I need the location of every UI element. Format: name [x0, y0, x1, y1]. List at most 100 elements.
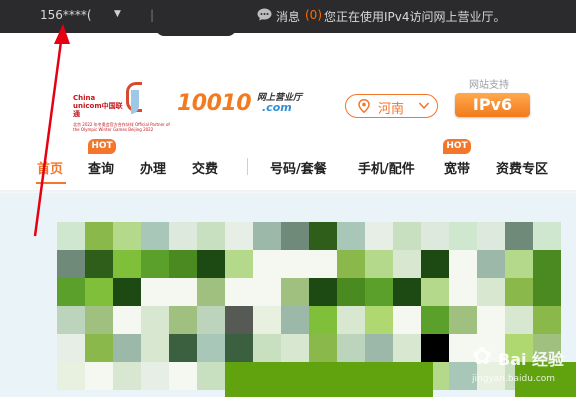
mosaic-tile — [113, 306, 141, 334]
paw-icon: ✿ — [472, 342, 493, 370]
mosaic-tile — [281, 278, 309, 306]
mosaic-tile — [57, 222, 85, 250]
mosaic-tile — [337, 250, 365, 278]
mosaic-tile — [57, 306, 85, 334]
mosaic-tile — [85, 306, 113, 334]
mosaic-tile — [113, 278, 141, 306]
mosaic-tile — [449, 250, 477, 278]
mosaic-tile — [421, 250, 449, 278]
mosaic-tile — [197, 334, 225, 362]
nav-divider — [247, 158, 248, 175]
mosaic-tile — [197, 362, 225, 390]
mosaic-tile — [365, 334, 393, 362]
mosaic-tile — [281, 334, 309, 362]
messages-link[interactable]: 消息 — [276, 8, 300, 25]
region-selector[interactable]: 河南 — [345, 94, 438, 118]
mosaic-tile — [169, 222, 197, 250]
mosaic-tile — [197, 278, 225, 306]
mosaic-tile — [85, 222, 113, 250]
nav-item-tariff-zone[interactable]: 资费专区 — [496, 158, 548, 177]
nav-item-handle[interactable]: 办理 — [140, 158, 166, 177]
mosaic-tile — [393, 278, 421, 306]
mosaic-tile — [225, 278, 253, 306]
nav-item-query[interactable]: 查询 — [88, 158, 114, 177]
mosaic-tile — [85, 250, 113, 278]
mosaic-tile — [337, 306, 365, 334]
mosaic-tile — [169, 306, 197, 334]
mosaic-tile — [309, 334, 337, 362]
mosaic-tile — [365, 222, 393, 250]
message-count-badge[interactable]: (0) — [305, 8, 322, 22]
logo-text: China unicom中国联通 — [73, 94, 123, 118]
mosaic-tile — [505, 278, 533, 306]
mosaic-tile — [169, 362, 197, 390]
account-phone[interactable]: 156****( — [40, 8, 92, 22]
mosaic-tile — [309, 222, 337, 250]
mosaic-tile — [505, 306, 533, 334]
ipv4-notice: 您正在使用IPv4访问网上营业厅。 — [324, 10, 506, 24]
nav-item-broadband[interactable]: 宽带 — [444, 158, 470, 177]
mosaic-tile — [393, 222, 421, 250]
mosaic-tile — [281, 222, 309, 250]
mosaic-tile — [85, 334, 113, 362]
mosaic-tile — [253, 334, 281, 362]
account-dropdown-tab — [156, 24, 236, 36]
mosaic-tile — [141, 362, 169, 390]
mosaic-tile — [57, 334, 85, 362]
mosaic-tile — [421, 306, 449, 334]
mosaic-tile — [169, 278, 197, 306]
active-tab-underline — [36, 182, 66, 184]
mosaic-tile — [365, 250, 393, 278]
caret-down-icon[interactable]: ▼ — [114, 9, 121, 19]
hot-badge-query: HOT — [88, 139, 116, 154]
mosaic-tile — [85, 362, 113, 390]
mosaic-tile — [505, 222, 533, 250]
mosaic-tile — [113, 222, 141, 250]
china-unicom-logo[interactable]: China unicom中国联通 北京 2022 年冬奥会官方合作伙伴 Offi… — [73, 80, 173, 140]
mosaic-tile — [337, 334, 365, 362]
watermark-brand: Bai 经验 — [498, 350, 565, 369]
mosaic-tile — [141, 250, 169, 278]
logo-subtext: 北京 2022 年冬奥会官方合作伙伴 Official Partner of t… — [73, 122, 170, 132]
mosaic-tile — [113, 334, 141, 362]
banner-green-block — [225, 362, 433, 397]
mosaic-tile — [141, 278, 169, 306]
mosaic-tile — [141, 306, 169, 334]
mosaic-tile — [141, 222, 169, 250]
mosaic-tile — [309, 278, 337, 306]
mosaic-tile — [421, 334, 449, 362]
mosaic-tile — [169, 334, 197, 362]
mosaic-tile — [57, 250, 85, 278]
mosaic-tile — [533, 306, 561, 334]
top-bar: 156****( ▼ | 消息 (0) 您正在使用IPv4访问网上营业厅。 — [0, 0, 576, 36]
mosaic-tile — [365, 278, 393, 306]
mosaic-tile — [337, 278, 365, 306]
mosaic-tile — [225, 306, 253, 334]
mosaic-tile — [477, 306, 505, 334]
mosaic-tile — [225, 250, 253, 278]
mosaic-tile — [253, 306, 281, 334]
nav-item-phone-accessories[interactable]: 手机/配件 — [358, 158, 415, 177]
ipv6-badge[interactable]: IPv6 — [455, 93, 530, 117]
mosaic-tile — [533, 222, 561, 250]
mosaic-tile — [85, 278, 113, 306]
mosaic-tile — [197, 222, 225, 250]
mosaic-tile — [225, 222, 253, 250]
baidu-jingyan-watermark: ✿ Bai 经验 jingyan.baidu.com — [472, 340, 576, 397]
mosaic-tile — [169, 250, 197, 278]
mosaic-tile — [505, 250, 533, 278]
mosaic-tile — [477, 222, 505, 250]
mosaic-tile — [477, 278, 505, 306]
hot-badge-broadband: HOT — [443, 139, 471, 154]
chat-bubble-icon[interactable] — [257, 8, 272, 21]
chevron-down-icon — [418, 102, 430, 110]
mosaic-tile — [197, 250, 225, 278]
mosaic-tile — [253, 278, 281, 306]
nav-item-home[interactable]: 首页 — [37, 158, 63, 177]
watermark-url: jingyan.baidu.com — [472, 374, 556, 384]
brand-number[interactable]: 10010 — [177, 91, 252, 116]
mosaic-tile — [449, 222, 477, 250]
nav-item-number-plan[interactable]: 号码/套餐 — [270, 158, 327, 177]
mosaic-tile — [393, 334, 421, 362]
nav-item-pay[interactable]: 交费 — [192, 158, 218, 177]
